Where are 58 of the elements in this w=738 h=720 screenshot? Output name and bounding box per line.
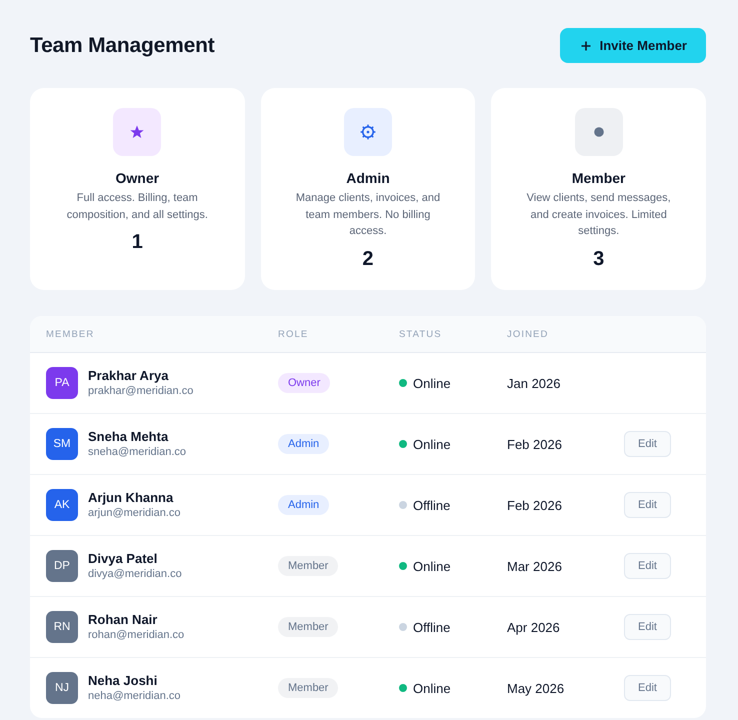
joined-date: Jan 2026 [507, 376, 560, 390]
role-badge: Member [278, 556, 338, 576]
avatar: DP [46, 550, 78, 582]
joined-date: Apr 2026 [507, 620, 560, 634]
column-header: ROLE [278, 328, 310, 340]
member-email: rohan@meridian.co [88, 628, 184, 642]
column-header: JOINED [507, 328, 550, 340]
role-badge: Owner [278, 373, 330, 393]
role-title: Member [572, 169, 626, 187]
joined-date: Feb 2026 [507, 436, 562, 452]
role-description: Manage clients, invoices, and team members. No billing access. [294, 191, 442, 239]
joined-date: May 2026 [507, 680, 564, 696]
status-label: Offline [413, 498, 450, 512]
status-label: Online [413, 680, 451, 696]
avatar: AK [46, 489, 78, 521]
member-name: Divya Patel [88, 551, 158, 567]
status-label: Online [413, 436, 451, 452]
invite-member-button[interactable]: Invite Member [560, 28, 706, 63]
role-count: 3 [593, 246, 604, 270]
role-count: 1 [132, 230, 143, 254]
member-email: divya@meridian.co [88, 567, 182, 581]
role-description: View clients, send messages, and create invoices. Limited settings. [526, 191, 672, 239]
role-count: 2 [362, 246, 374, 270]
status-label: Online [413, 376, 451, 390]
member-name: Neha Joshi [88, 673, 158, 689]
member-email: prakhar@meridian.co [88, 384, 194, 398]
member-email: sneha@meridian.co [88, 445, 186, 459]
column-header: STATUS [399, 328, 443, 340]
role-badge: Admin [278, 495, 330, 515]
role-title: Owner [116, 169, 160, 187]
role-title: Admin [346, 169, 390, 187]
status-label: Offline [413, 620, 450, 634]
member-email: neha@meridian.co [88, 689, 180, 703]
edit-button[interactable]: Edit [624, 492, 671, 518]
page-title: Team Management [30, 34, 214, 58]
plus-icon [580, 40, 591, 50]
role-badge: Member [278, 617, 338, 637]
gear-icon [344, 108, 392, 156]
role-badge: Member [278, 678, 338, 698]
joined-date: Mar 2026 [507, 558, 562, 574]
edit-button[interactable]: Edit [624, 675, 671, 701]
column-header: MEMBER [46, 328, 96, 340]
avatar: SM [46, 428, 78, 460]
role-badge: Admin [278, 434, 330, 454]
member-name: Prakhar Arya [88, 368, 170, 384]
joined-date: Feb 2026 [507, 498, 562, 512]
edit-button[interactable]: Edit [624, 553, 671, 579]
status-label: Online [413, 558, 451, 574]
member-name: Rohan Nair [88, 612, 158, 628]
avatar: PA [46, 367, 78, 399]
avatar: RN [46, 611, 78, 643]
member-email: arjun@meridian.co [88, 506, 180, 520]
edit-button[interactable]: Edit [624, 614, 671, 640]
edit-button[interactable]: Edit [624, 431, 671, 457]
role-description: Full access. Billing, team composition, and all settings. [66, 191, 209, 222]
member-name: Arjun Khanna [88, 490, 174, 506]
member-name: Sneha Mehta [88, 429, 170, 445]
avatar: NJ [46, 672, 78, 704]
